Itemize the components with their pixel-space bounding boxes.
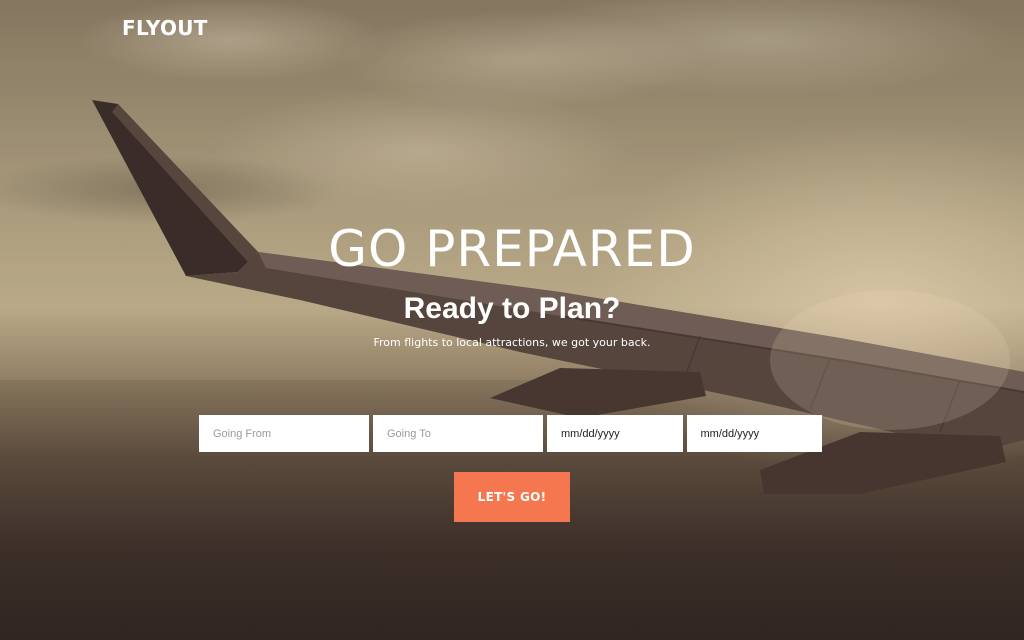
page-subheadline: Ready to Plan? (403, 292, 621, 325)
depart-date-value: mm/dd/yyyy (561, 427, 620, 440)
going-to-input[interactable] (373, 415, 543, 452)
hero-tagline: From flights to local attractions, we go… (373, 336, 651, 349)
page-headline: GO PREPARED (328, 220, 696, 278)
return-date-input[interactable]: mm/dd/yyyy (686, 415, 822, 452)
going-from-input[interactable] (199, 415, 369, 452)
flight-search-form: mm/dd/yyyy mm/dd/yyyy (199, 415, 822, 452)
return-date-value: mm/dd/yyyy (700, 427, 760, 440)
depart-date-input[interactable]: mm/dd/yyyy (547, 415, 683, 452)
brand-logo[interactable]: FLYOUT (122, 16, 208, 40)
lets-go-button[interactable]: LET'S GO! (454, 472, 570, 522)
hero-section: FLYOUT GO PREPARED Ready to Plan? From f… (0, 0, 1024, 640)
